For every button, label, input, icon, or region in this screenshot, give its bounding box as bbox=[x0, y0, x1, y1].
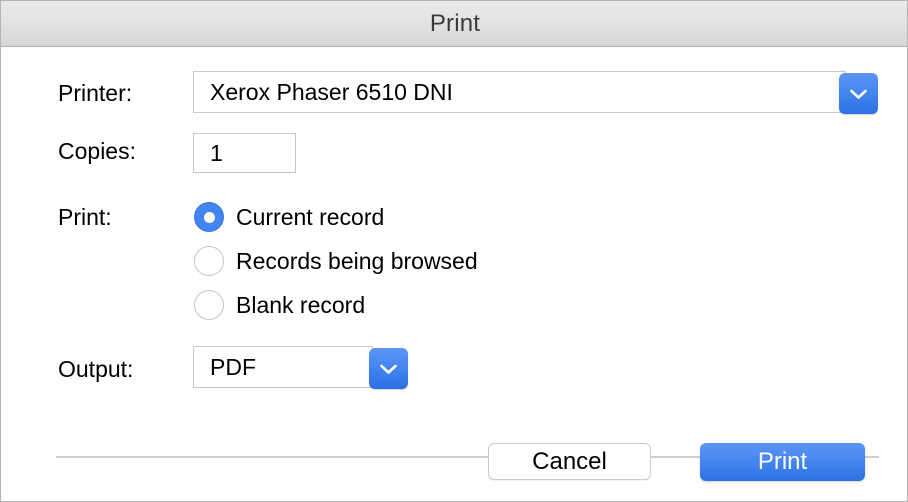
printer-select-value: Xerox Phaser 6510 DNI bbox=[210, 78, 453, 105]
printer-label: Printer: bbox=[58, 80, 133, 106]
copies-input[interactable]: 1 bbox=[193, 133, 296, 173]
print-range-label: Print: bbox=[58, 204, 112, 230]
radio-option-blank-record[interactable]: Blank record bbox=[194, 290, 365, 320]
radio-option-current-record[interactable]: Current record bbox=[194, 202, 384, 232]
radio-option-records-being-browsed[interactable]: Records being browsed bbox=[194, 246, 478, 276]
output-select[interactable]: PDF bbox=[193, 346, 373, 388]
radio-indicator bbox=[194, 246, 224, 276]
radio-indicator bbox=[194, 290, 224, 320]
print-form: Printer: Xerox Phaser 6510 DNI Copies: 1… bbox=[1, 47, 907, 501]
output-select-value: PDF bbox=[210, 353, 256, 380]
print-dialog-window: Print Printer: Xerox Phaser 6510 DNI Cop… bbox=[0, 0, 908, 502]
copies-label: Copies: bbox=[58, 138, 136, 164]
print-button[interactable]: Print bbox=[700, 443, 865, 481]
radio-option-label: Records being browsed bbox=[236, 247, 478, 274]
radio-indicator bbox=[194, 202, 224, 232]
output-dropdown-button[interactable] bbox=[369, 348, 408, 389]
output-label: Output: bbox=[58, 356, 134, 382]
chevron-down-icon bbox=[379, 363, 398, 375]
radio-dot bbox=[203, 211, 215, 223]
radio-option-label: Blank record bbox=[236, 291, 366, 318]
chevron-down-icon bbox=[849, 88, 868, 100]
page-title: Print bbox=[429, 9, 481, 37]
cancel-button[interactable]: Cancel bbox=[488, 443, 651, 480]
printer-select[interactable]: Xerox Phaser 6510 DNI bbox=[193, 71, 846, 113]
titlebar: Print bbox=[1, 1, 907, 47]
radio-option-label: Current record bbox=[236, 203, 385, 230]
printer-dropdown-button[interactable] bbox=[839, 73, 878, 114]
copies-input-value: 1 bbox=[210, 139, 223, 166]
